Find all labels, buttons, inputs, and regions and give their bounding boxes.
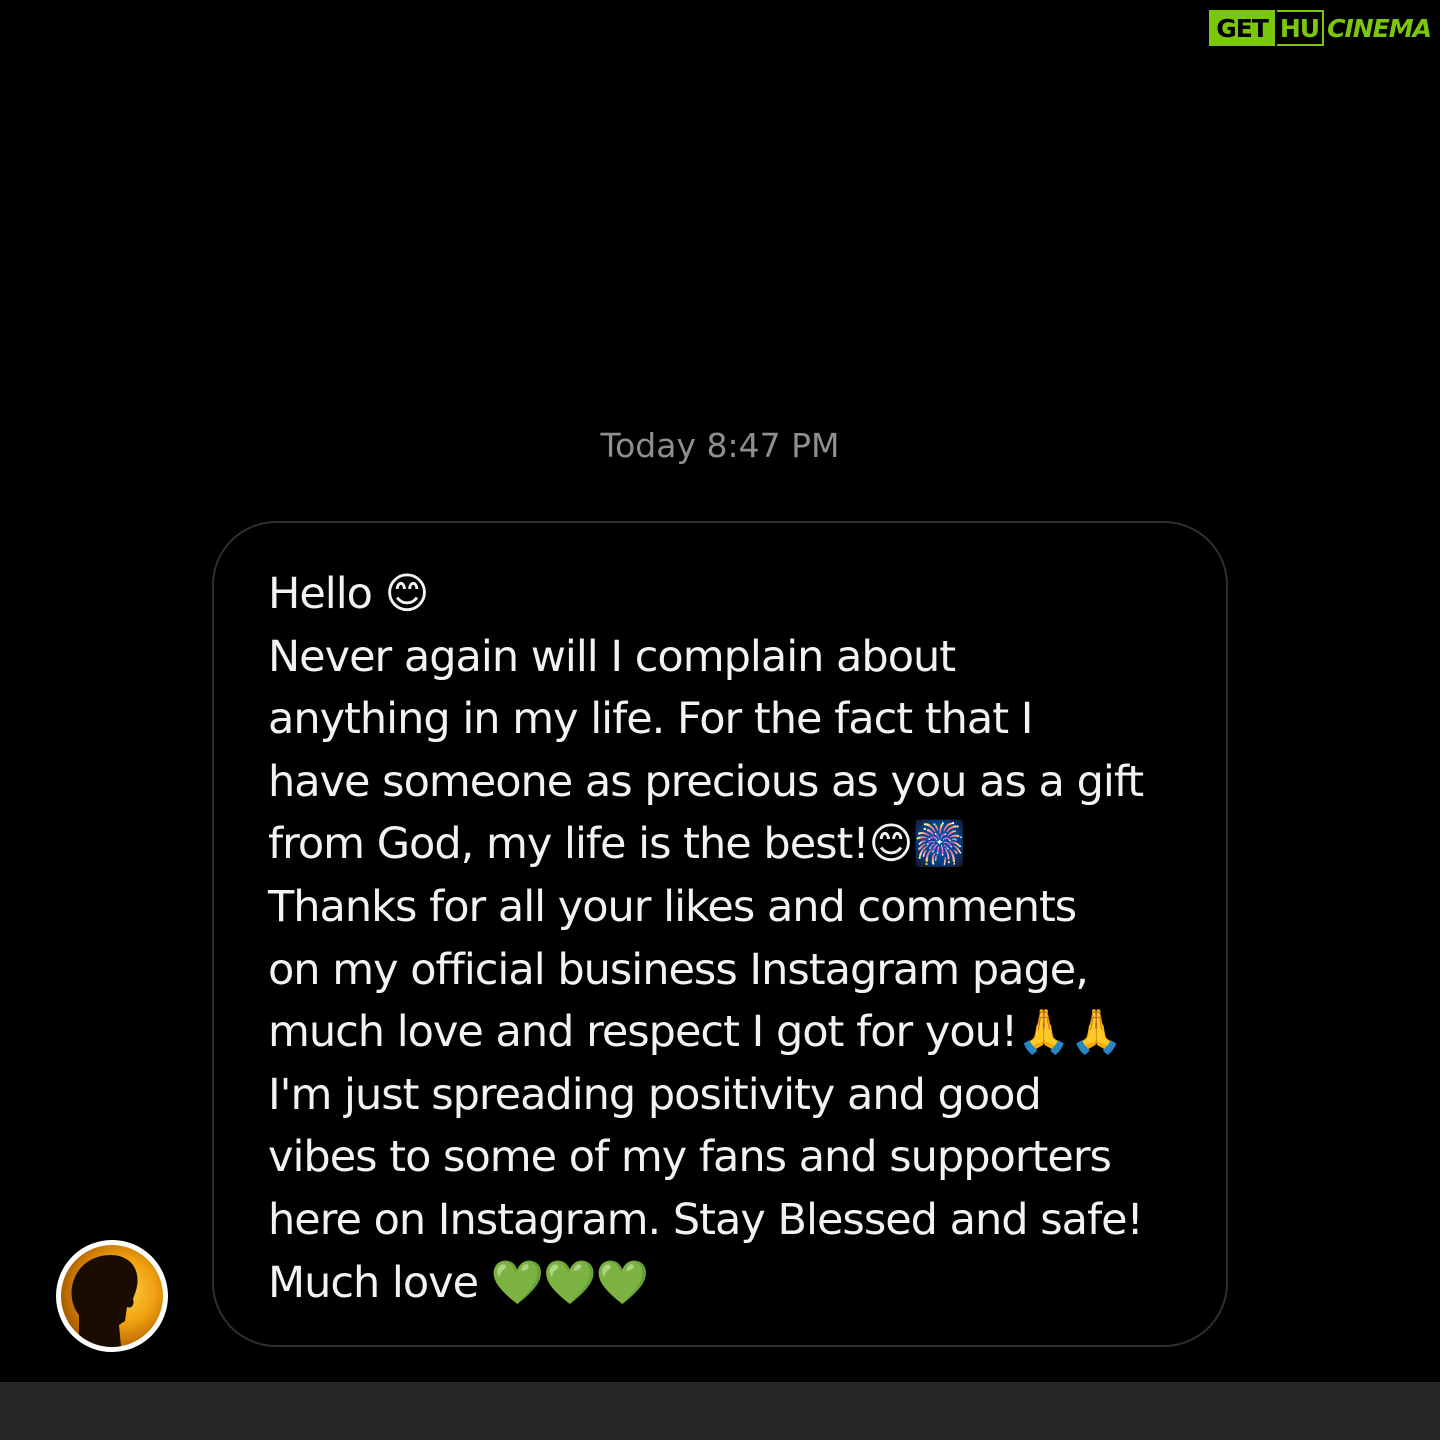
sender-avatar[interactable] (56, 1240, 168, 1352)
message-line: Thanks for all your likes and comments (268, 881, 1077, 932)
message-line: I'm just spreading positivity and good (268, 1069, 1042, 1120)
watermark-logo: GET HU CINEMA (1209, 10, 1434, 46)
message-line: anything in my life. For the fact that I (268, 694, 1033, 745)
message-line: much love and respect I got for you!🙏🙏 (268, 1007, 1123, 1058)
watermark-part-3: CINEMA (1327, 13, 1432, 43)
message-line: on my official business Instagram page, (268, 944, 1089, 995)
message-timestamp: Today 8:47 PM (600, 426, 840, 465)
message-line: from God, my life is the best!😊🎆 (268, 819, 966, 870)
watermark-part-2: HU (1276, 10, 1325, 46)
message-text: Hello 😊 Never again will I complain abou… (268, 563, 1198, 1314)
message-line: here on Instagram. Stay Blessed and safe… (268, 1194, 1144, 1245)
message-line: vibes to some of my fans and supporters (268, 1132, 1112, 1183)
message-line: Much love 💚💚💚 (268, 1257, 649, 1308)
bottom-bar (0, 1382, 1440, 1440)
message-line: Never again will I complain about (268, 631, 956, 682)
avatar-silhouette-icon (71, 1255, 138, 1347)
message-line: have someone as precious as you as a gif… (268, 756, 1144, 807)
message-line: Hello 😊 (268, 569, 430, 619)
screen: GET HU CINEMA Today 8:47 PM Hello 😊 Neve… (0, 0, 1440, 1440)
watermark-part-1: GET (1209, 10, 1275, 46)
